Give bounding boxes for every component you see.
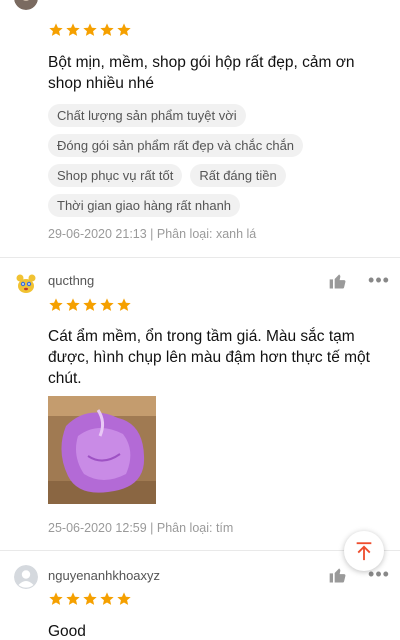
review-tag: Đóng gói sản phẩm rất đẹp và chắc chắn [48, 134, 304, 157]
star-icon [83, 298, 97, 311]
star-icon [117, 23, 131, 36]
star-icon [100, 23, 114, 36]
thumbs-up-icon[interactable] [328, 271, 348, 291]
review-tags: Chất lượng sản phẩm tuyệt vời Đóng gói s… [48, 104, 368, 217]
review-text: Cát ẩm mềm, ổn trong tầm giá. Màu sắc tạ… [48, 328, 370, 387]
review-photo[interactable] [48, 396, 156, 504]
arrow-up-icon [356, 542, 372, 561]
thumbs-up-icon[interactable] [328, 565, 348, 585]
review-item: Bột mịn, mềm, shop gói hộp rất đẹp, cảm … [0, 0, 400, 256]
review-tag: Rất đáng tiền [190, 164, 286, 187]
review-tag: Shop phục vụ rất tốt [48, 164, 183, 187]
reviewer-avatar[interactable] [14, 0, 38, 10]
star-icon [49, 298, 63, 311]
star-icon [117, 592, 131, 605]
star-icon [117, 298, 131, 311]
more-options-icon[interactable]: ••• [368, 271, 390, 293]
rating-stars [48, 22, 132, 38]
more-options-icon[interactable]: ••• [368, 565, 390, 587]
reviewer-avatar[interactable] [14, 272, 38, 296]
star-icon [66, 592, 80, 605]
star-icon [100, 298, 114, 311]
review-item: nguyenanhkhoaxyz ••• Good [0, 551, 400, 640]
review-tag: Thời gian giao hàng rất nhanh [48, 194, 241, 217]
star-icon [49, 592, 63, 605]
review-meta: 25-06-2020 12:59 | Phân loại: tím [48, 521, 234, 535]
reviewer-username[interactable]: nguyenanhkhoaxyz [48, 568, 160, 583]
rating-stars [48, 591, 132, 607]
reviewer-avatar[interactable] [14, 565, 38, 589]
review-text: Bột mịn, mềm, shop gói hộp rất đẹp, cảm … [48, 54, 355, 92]
review-meta: 29-06-2020 21:13 | Phân loại: xanh lá [48, 227, 257, 241]
star-icon [83, 23, 97, 36]
scroll-to-top-button[interactable] [344, 531, 384, 571]
star-icon [83, 592, 97, 605]
review-item: qucthng ••• Cát ẩm mềm, ổn trong tầm giá… [0, 258, 400, 548]
star-icon [66, 23, 80, 36]
rating-stars [48, 297, 132, 313]
star-icon [66, 298, 80, 311]
star-icon [100, 592, 114, 605]
review-tag: Chất lượng sản phẩm tuyệt vời [48, 104, 246, 127]
review-text: Good [48, 623, 86, 640]
reviewer-username[interactable]: qucthng [48, 273, 94, 288]
star-icon [49, 23, 63, 36]
